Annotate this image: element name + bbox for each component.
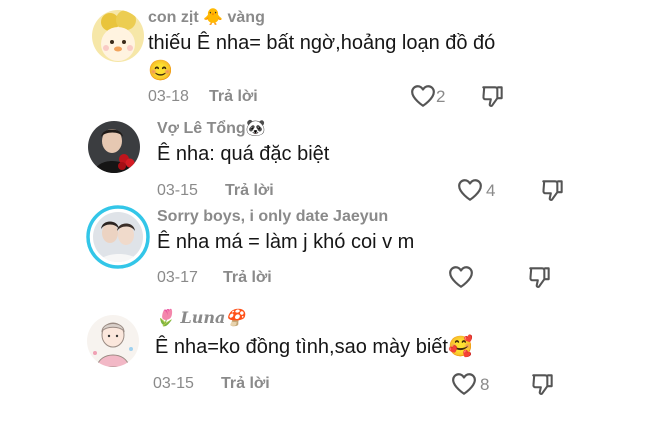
comment-3: Sorry boys, i only date Jaeyun Ê nha má … (0, 205, 645, 300)
heart-icon[interactable] (457, 178, 483, 202)
tulip-emoji: 🌷 (155, 308, 175, 327)
heart-icon[interactable] (410, 84, 436, 108)
avatar[interactable] (92, 10, 144, 62)
reply-button[interactable]: Trả lời (225, 182, 274, 200)
like-count: 2 (436, 87, 446, 106)
comment-text: Ê nha=ko đồng tình,sao mày biết🥰 (155, 333, 473, 361)
mushroom-emoji: 🍄 (225, 308, 246, 327)
reply-button[interactable]: Trả lời (209, 88, 258, 106)
heart-icon[interactable] (448, 265, 474, 289)
avatar[interactable] (87, 315, 139, 367)
comment-username[interactable]: 🌷 Luna🍄 (155, 308, 245, 327)
avatar[interactable] (88, 121, 140, 173)
reply-button[interactable]: Trả lời (223, 269, 272, 287)
like-count: 8 (480, 375, 490, 394)
reply-button[interactable]: Trả lời (221, 375, 270, 393)
smile-emoji: 😊 (148, 60, 173, 82)
avatar-man-with-flowers-image (88, 121, 140, 173)
comment-text: Ê nha má = làm j khó coi v m (157, 231, 415, 253)
avatar-duck-image (92, 10, 144, 62)
heart-icon[interactable] (451, 372, 477, 396)
like-count: 4 (486, 181, 496, 200)
comment-date: 03-15 (153, 375, 194, 392)
thumbs-down-icon[interactable] (480, 83, 506, 109)
comment-username[interactable]: con zịt 🐥 vàng (148, 7, 265, 27)
thumbs-down-icon[interactable] (540, 177, 566, 203)
comment-date: 03-17 (157, 269, 198, 286)
comment-2: Vợ Lê Tổng🐼 Ê nha: quá đặc biệt 03-15 Tr… (0, 110, 645, 205)
comment-username[interactable]: Sorry boys, i only date Jaeyun (157, 208, 388, 226)
avatar-couple-image (86, 205, 150, 269)
comment-1: con zịt 🐥 vàng thiếu Ê nha= bất ngờ,hoản… (0, 0, 645, 110)
avatar-with-story-ring[interactable] (86, 205, 150, 269)
avatar-sketch-character-image (87, 315, 139, 367)
chick-emoji: 🐥 (203, 9, 224, 26)
thumbs-down-icon[interactable] (530, 371, 556, 397)
panda-emoji: 🐼 (245, 120, 266, 137)
thumbs-down-icon[interactable] (527, 264, 553, 290)
comment-date: 03-15 (157, 182, 198, 199)
comment-4: 🌷 Luna🍄 Ê nha=ko đồng tình,sao mày biết🥰… (0, 300, 645, 410)
comment-text: Ê nha: quá đặc biệt (157, 143, 330, 165)
comment-date: 03-18 (148, 88, 189, 105)
smiling-face-with-hearts-emoji: 🥰 (447, 336, 473, 358)
comment-text: thiếu Ê nha= bất ngờ,hoảng loạn đồ đó 😊 (148, 29, 495, 85)
comment-username[interactable]: Vợ Lê Tổng🐼 (157, 118, 266, 138)
